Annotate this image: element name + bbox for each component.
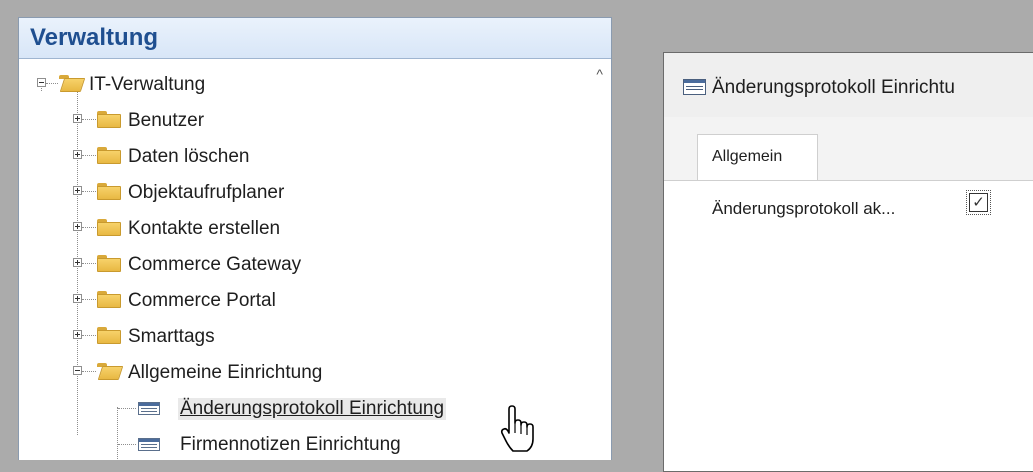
tree-item-benutzer[interactable]: Benutzer xyxy=(19,103,559,136)
tree-connector xyxy=(46,83,58,84)
tree-item-kontakte-erstellen[interactable]: Kontakte erstellen xyxy=(19,211,559,244)
change-log-active-checkbox[interactable]: ✓ xyxy=(966,190,991,215)
nav-pane-title: Verwaltung xyxy=(19,18,611,59)
folder-open-icon xyxy=(97,363,121,380)
expand-toggle-icon[interactable] xyxy=(73,114,82,123)
tree-item-label: Kontakte erstellen xyxy=(128,218,281,239)
expand-toggle-icon[interactable] xyxy=(73,186,82,195)
expand-toggle-icon[interactable] xyxy=(73,330,82,339)
tree-item-label: Allgemeine Einrichtung xyxy=(128,362,323,383)
tree-item-smarttags[interactable]: Smarttags xyxy=(19,319,559,352)
tree-item-label: Firmennotizen Einrichtung xyxy=(180,434,401,455)
tree-item-aenderungsprotokoll-einrichtung[interactable]: Änderungsprotokoll Einrichtung xyxy=(19,391,559,424)
folder-open-icon xyxy=(59,75,83,92)
tree-item-daten-loeschen[interactable]: Daten löschen xyxy=(19,139,559,172)
navigation-pane: Verwaltung ^ IT-Verwaltung Benutzer Date… xyxy=(18,17,612,460)
tree-item-firmennotizen-einrichtung[interactable]: Firmennotizen Einrichtung xyxy=(19,427,559,460)
tree-connector xyxy=(118,408,136,409)
tree-connector xyxy=(82,263,96,264)
folder-icon xyxy=(97,147,121,164)
folder-icon xyxy=(97,291,121,308)
dialog-title: Änderungsprotokoll Einrichtu xyxy=(712,77,955,98)
tree-item-label: Commerce Portal xyxy=(128,290,276,311)
tree-connector xyxy=(82,371,96,372)
tree-connector xyxy=(82,335,96,336)
expand-toggle-icon[interactable] xyxy=(73,258,82,267)
tree-item-label: IT-Verwaltung xyxy=(89,74,206,95)
expand-toggle-icon[interactable] xyxy=(73,294,82,303)
folder-icon xyxy=(97,219,121,236)
folder-icon xyxy=(97,327,121,344)
tree-connector xyxy=(82,119,96,120)
tree-connector xyxy=(82,299,96,300)
expand-toggle-icon[interactable] xyxy=(73,222,82,231)
tree-connector xyxy=(82,227,96,228)
table-icon xyxy=(683,79,706,95)
page-icon xyxy=(138,438,160,451)
tree-item-it-verwaltung[interactable]: IT-Verwaltung xyxy=(19,67,559,100)
folder-icon xyxy=(97,255,121,272)
tree-item-label: Objektaufrufplaner xyxy=(128,182,285,203)
dialog-title-bar[interactable]: Änderungsprotokoll Einrichtu xyxy=(664,53,1033,117)
collapse-toggle-icon[interactable] xyxy=(37,78,46,87)
tree-item-label: Daten löschen xyxy=(128,146,250,167)
tree-item-label: Commerce Gateway xyxy=(128,254,302,275)
navigation-tree: IT-Verwaltung Benutzer Daten löschen Obj… xyxy=(19,59,611,460)
tree-item-commerce-gateway[interactable]: Commerce Gateway xyxy=(19,247,559,280)
tree-item-objektaufrufplaner[interactable]: Objektaufrufplaner xyxy=(19,175,559,208)
tree-item-allgemeine-einrichtung[interactable]: Allgemeine Einrichtung xyxy=(19,355,559,388)
tree-connector xyxy=(82,155,96,156)
tree-connector xyxy=(118,444,136,445)
setup-dialog: Änderungsprotokoll Einrichtu Allgemein Ä… xyxy=(663,52,1033,472)
hand-cursor-icon xyxy=(500,405,534,452)
page-icon xyxy=(138,402,160,415)
expand-toggle-icon[interactable] xyxy=(73,150,82,159)
collapse-toggle-icon[interactable] xyxy=(73,366,82,375)
tree-item-label: Smarttags xyxy=(128,326,215,347)
tree-item-commerce-portal[interactable]: Commerce Portal xyxy=(19,283,559,316)
tree-item-label: Änderungsprotokoll Einrichtung xyxy=(178,398,447,420)
tree-item-label: Benutzer xyxy=(128,110,205,131)
tab-allgemein[interactable]: Allgemein xyxy=(697,134,818,180)
tree-connector xyxy=(82,191,96,192)
field-label-aenderungsprotokoll: Änderungsprotokoll ak... xyxy=(712,199,896,218)
folder-icon xyxy=(97,183,121,200)
folder-icon xyxy=(97,111,121,128)
